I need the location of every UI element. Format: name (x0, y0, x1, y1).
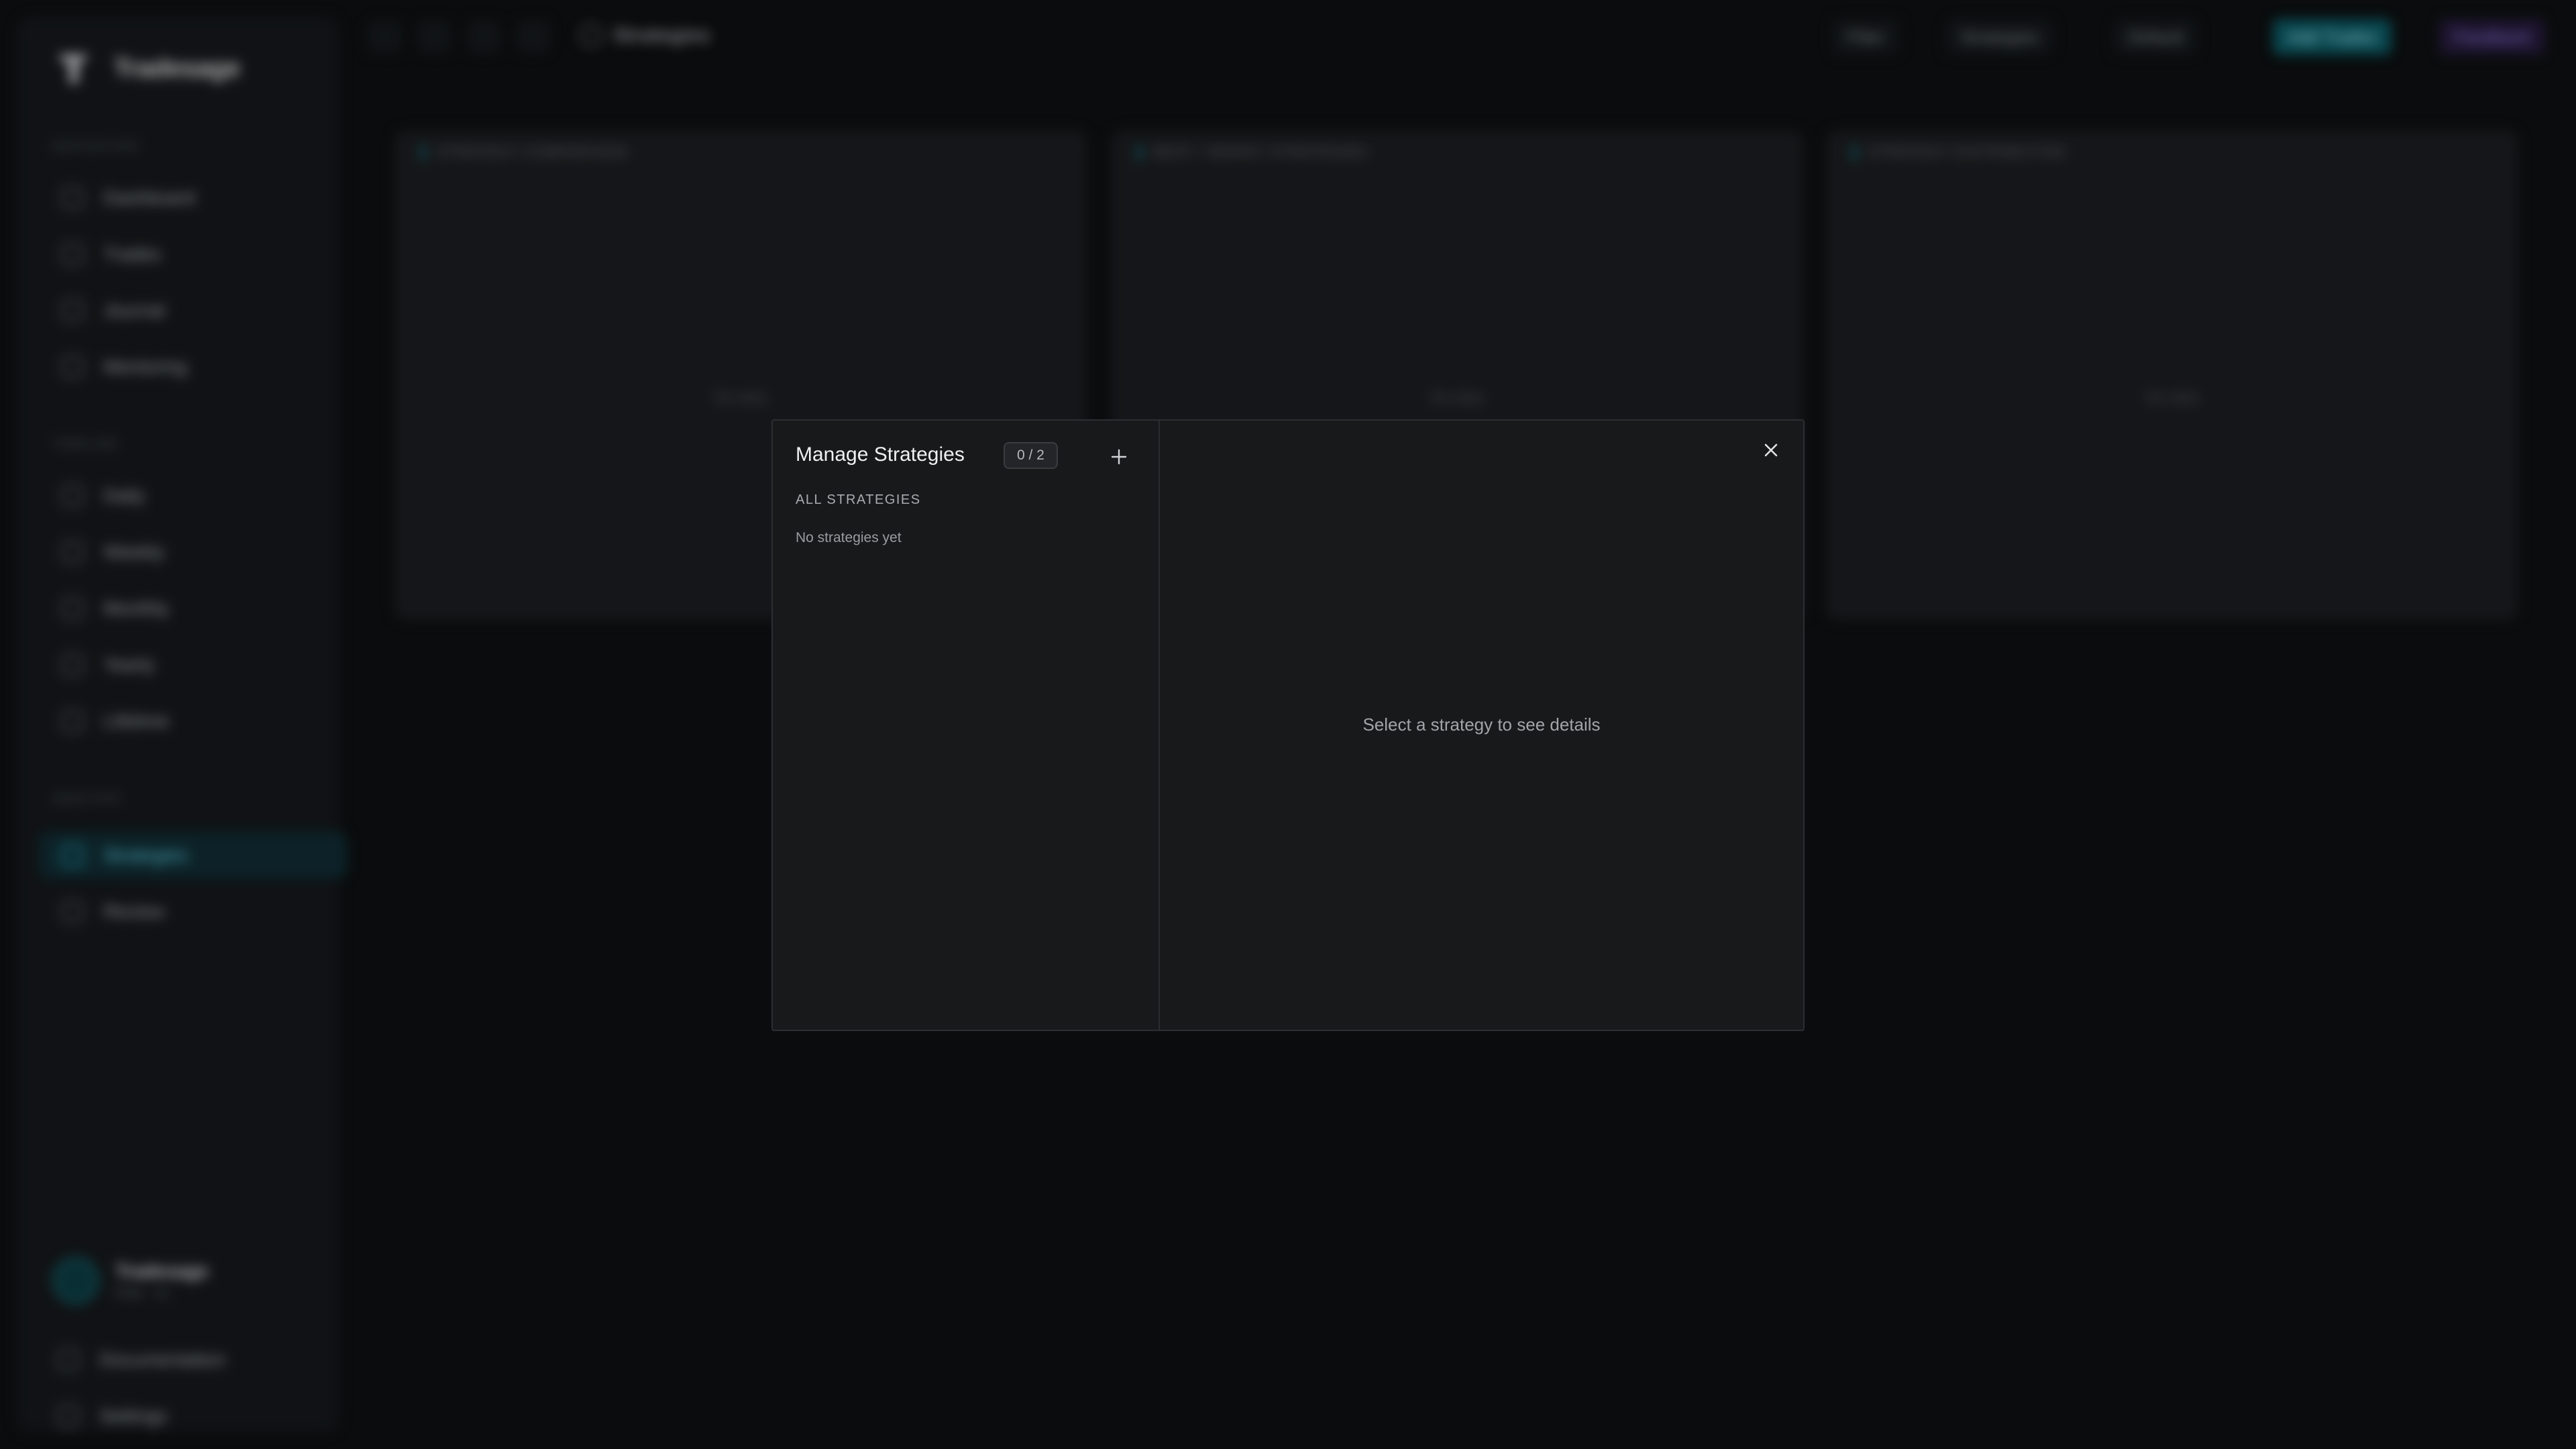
close-button[interactable] (1756, 435, 1786, 465)
close-icon (1764, 443, 1778, 457)
section-label: ALL STRATEGIES (796, 492, 921, 507)
strategy-list-pane: Manage Strategies 0 / 2 ALL STRATEGIES N… (773, 421, 1160, 1030)
manage-strategies-modal: Manage Strategies 0 / 2 ALL STRATEGIES N… (771, 419, 1805, 1031)
strategy-detail-pane: Select a strategy to see details (1160, 421, 1803, 1030)
add-strategy-button[interactable] (1106, 443, 1132, 470)
strategy-count-badge: 0 / 2 (1004, 442, 1058, 469)
plus-icon (1111, 449, 1127, 465)
modal-title: Manage Strategies (796, 443, 965, 466)
detail-placeholder-text: Select a strategy to see details (1362, 714, 1601, 735)
empty-strategies-text: No strategies yet (796, 530, 902, 545)
